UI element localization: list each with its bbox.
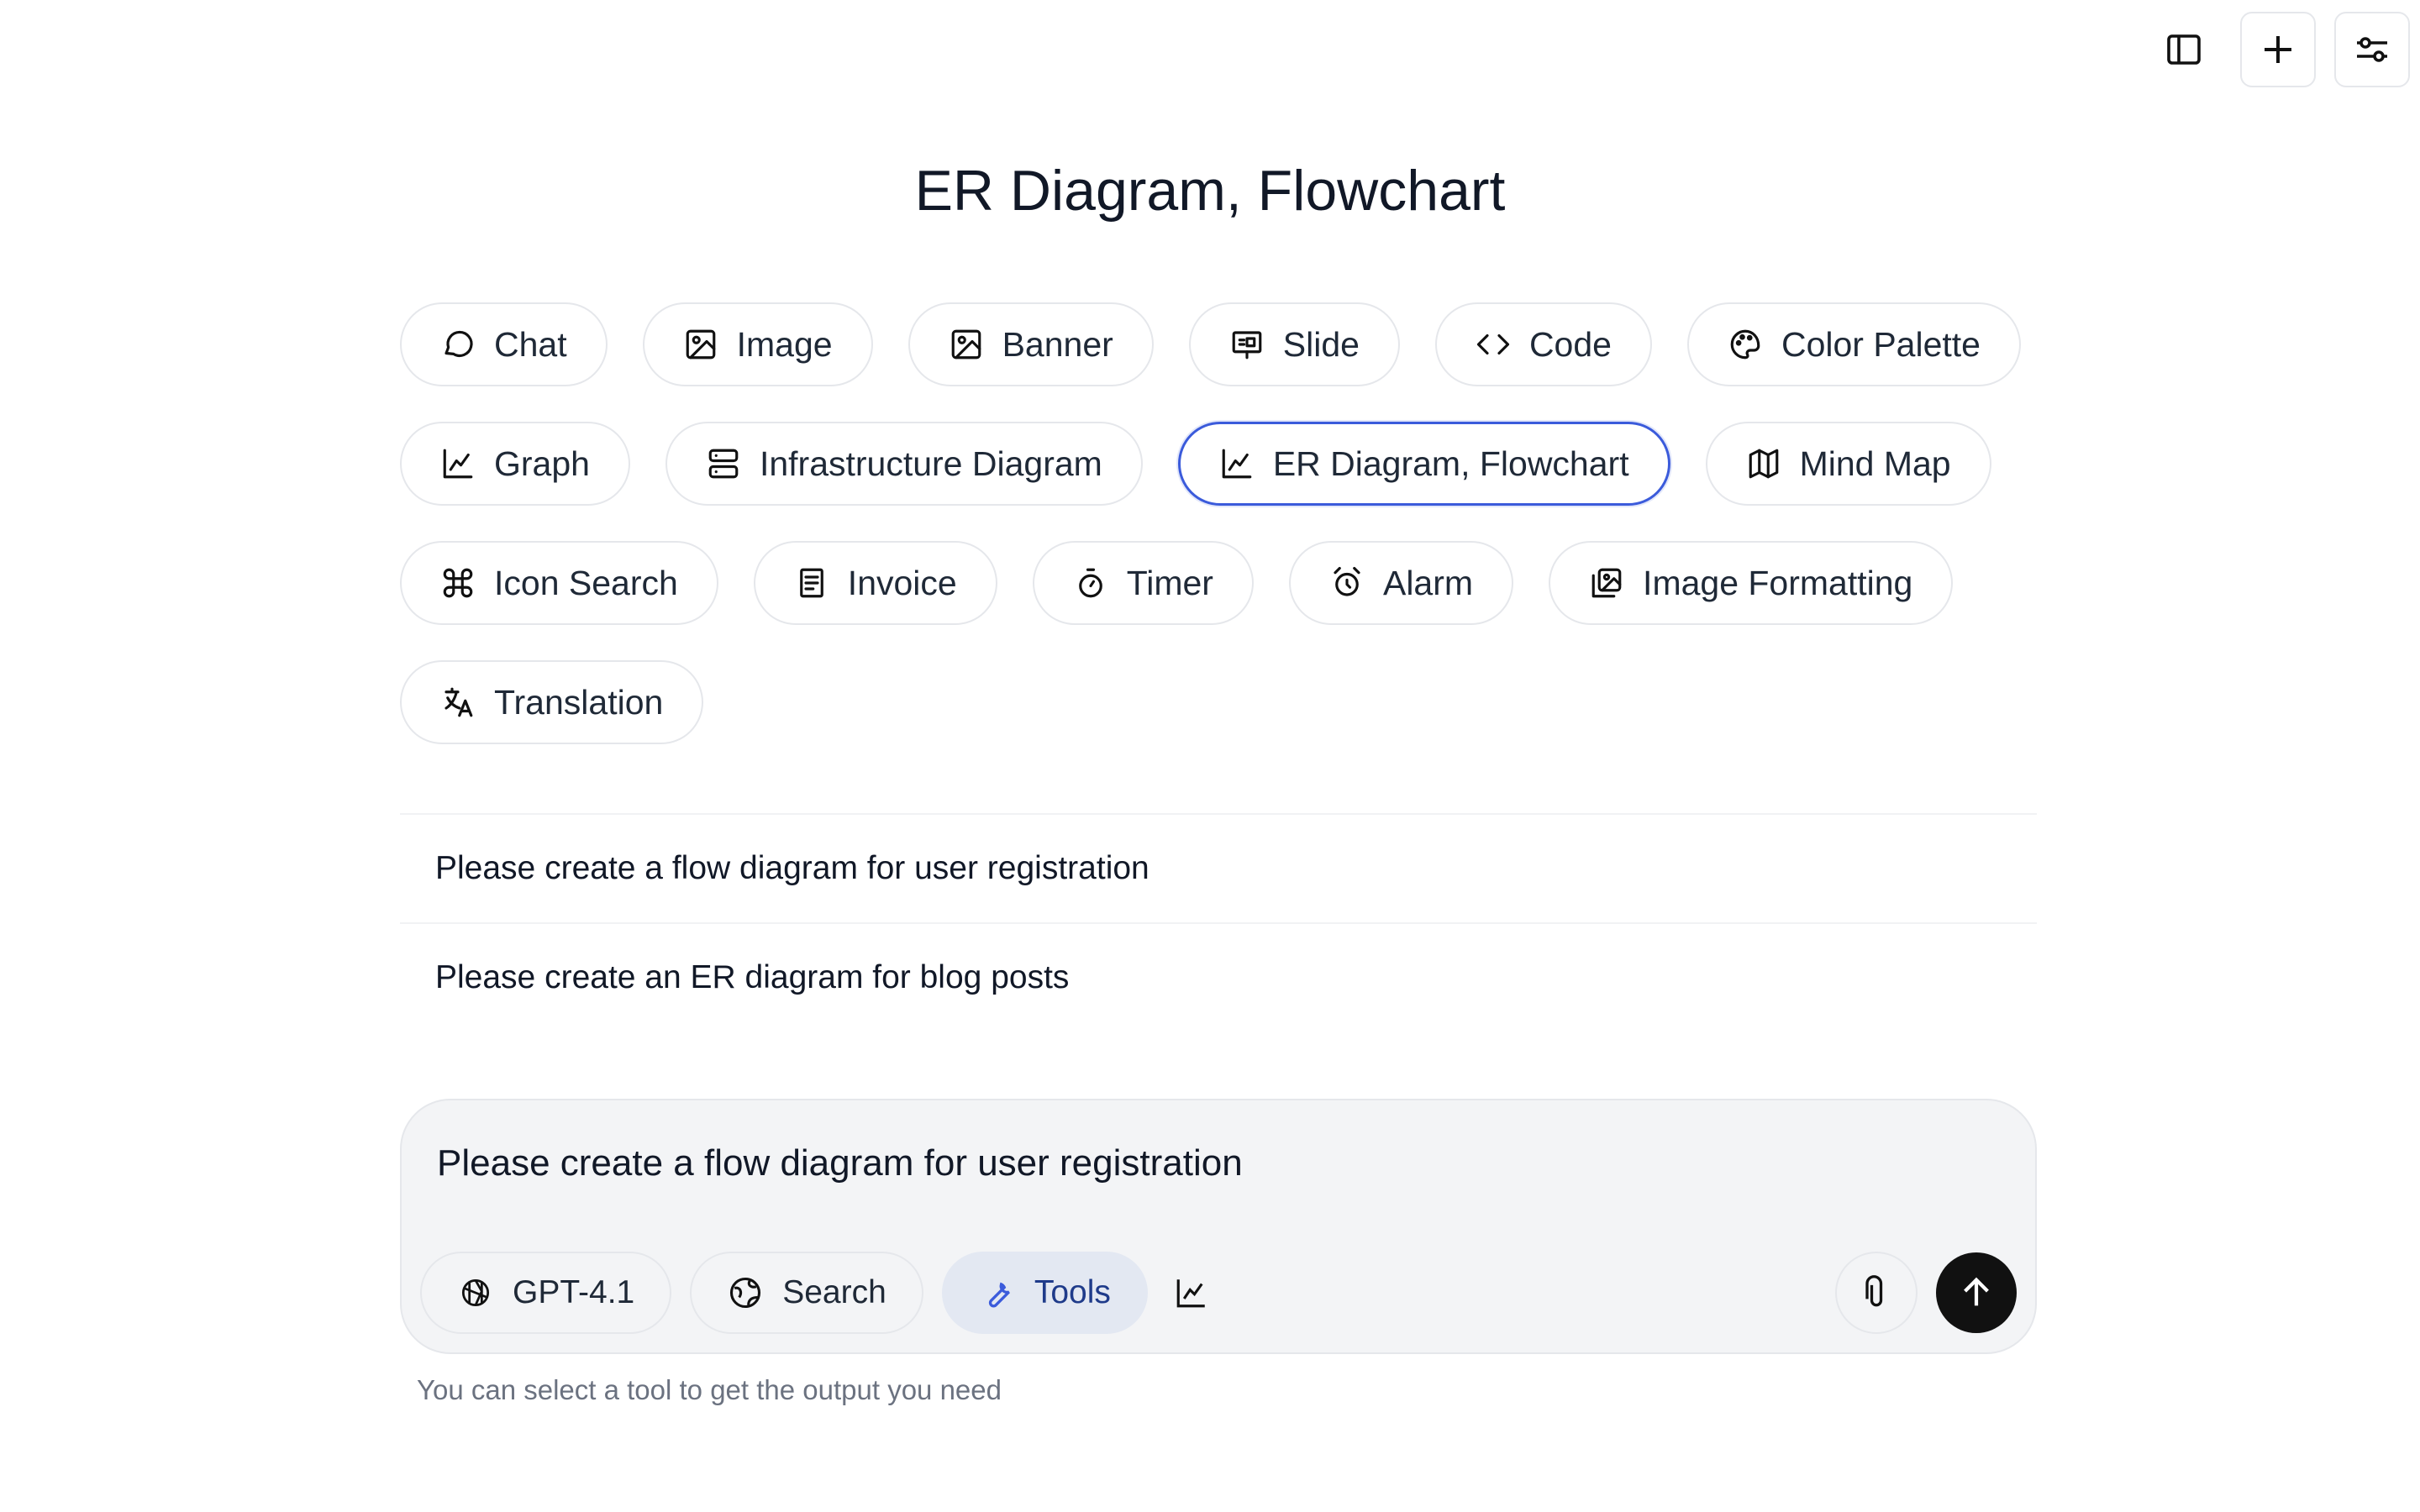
line-chart-icon bbox=[443, 449, 473, 479]
tool-chip-graph[interactable]: Graph bbox=[400, 422, 630, 506]
tool-chip-label: Image Formatting bbox=[1643, 563, 1913, 602]
tool-chip-label: Translation bbox=[494, 682, 664, 722]
tool-chip-er-diagram-flowchart[interactable]: ER Diagram, Flowchart bbox=[1177, 422, 1670, 506]
translate-icon bbox=[445, 687, 473, 717]
tool-chip-label: Icon Search bbox=[494, 563, 678, 602]
map-icon bbox=[1749, 449, 1778, 479]
tool-chip-label: Infrastructure Diagram bbox=[759, 444, 1102, 483]
suggestion-item[interactable]: Please create an ER diagram for blog pos… bbox=[400, 922, 2037, 1032]
line-chart-icon bbox=[1222, 449, 1252, 479]
message-input[interactable]: Please create a flow diagram for user re… bbox=[437, 1142, 1243, 1184]
send-button[interactable] bbox=[1936, 1252, 2017, 1333]
tools-button[interactable]: Tools bbox=[941, 1252, 1148, 1334]
tools-label: Tools bbox=[1034, 1274, 1111, 1310]
tool-chip-image[interactable]: Image bbox=[642, 302, 873, 386]
tool-chip-code[interactable]: Code bbox=[1434, 302, 1652, 386]
suggestion-list: Please create a flow diagram for user re… bbox=[400, 813, 2037, 1032]
tool-chip-alarm[interactable]: Alarm bbox=[1288, 541, 1514, 625]
images-icon bbox=[1591, 568, 1622, 598]
chat-bubble-icon bbox=[445, 330, 473, 357]
banner-icon bbox=[951, 329, 981, 360]
app-root: ER Diagram, Flowchart Chat Image Banner Sli… bbox=[0, 0, 2420, 1512]
tool-chip-translation[interactable]: Translation bbox=[400, 660, 704, 744]
composer-toolbar: GPT-4.1 Search Tools bbox=[420, 1252, 2017, 1334]
tool-chip-label: Code bbox=[1528, 324, 1612, 364]
sidebar-toggle-button[interactable] bbox=[2146, 12, 2222, 87]
image-icon bbox=[686, 329, 715, 360]
tool-chip-timer[interactable]: Timer bbox=[1032, 541, 1254, 625]
tool-chip-infrastructure-diagram[interactable]: Infrastructure Diagram bbox=[665, 422, 1143, 506]
sliders-icon bbox=[2357, 37, 2387, 62]
tool-chip-label: Alarm bbox=[1382, 563, 1474, 602]
tool-chip-label: Image bbox=[736, 324, 833, 364]
alarm-clock-icon bbox=[1334, 566, 1360, 596]
palette-icon bbox=[1730, 329, 1760, 360]
tool-chip-banner[interactable]: Banner bbox=[908, 302, 1154, 386]
paperclip-icon bbox=[1865, 1275, 1883, 1307]
search-label: Search bbox=[782, 1274, 886, 1310]
tool-chip-invoice[interactable]: Invoice bbox=[753, 541, 997, 625]
globe-icon bbox=[730, 1277, 761, 1309]
tool-chip-chat[interactable]: Chat bbox=[400, 302, 608, 386]
attach-button[interactable] bbox=[1835, 1252, 1918, 1334]
presentation-icon bbox=[1232, 331, 1262, 360]
tool-chip-list: Chat Image Banner Slide Code Color Palette Gra… bbox=[400, 302, 2047, 744]
search-button[interactable]: Search bbox=[690, 1252, 923, 1334]
tool-chip-label: Invoice bbox=[847, 563, 957, 602]
suggestion-item[interactable]: Please create a flow diagram for user re… bbox=[400, 813, 2037, 922]
openai-logo-icon bbox=[461, 1278, 490, 1307]
arrow-up-icon bbox=[1964, 1277, 1989, 1306]
settings-button[interactable] bbox=[2334, 12, 2410, 87]
tool-chip-label: Chat bbox=[494, 324, 567, 364]
suggestion-text: Please create a flow diagram for user re… bbox=[435, 850, 1150, 886]
tool-chip-label: Mind Map bbox=[1799, 444, 1951, 483]
hint-text: You can select a tool to get the output … bbox=[417, 1374, 1002, 1405]
page-title: ER Diagram, Flowchart bbox=[914, 159, 1506, 223]
tool-chip-label: ER Diagram, Flowchart bbox=[1272, 444, 1629, 483]
new-chat-button[interactable] bbox=[2240, 12, 2316, 87]
document-icon bbox=[799, 568, 823, 598]
plus-icon bbox=[2265, 36, 2291, 63]
tool-chip-label: Color Palette bbox=[1781, 324, 1981, 364]
sidebar-toggle-icon bbox=[2167, 34, 2201, 65]
tool-chip-mind-map[interactable]: Mind Map bbox=[1705, 422, 1991, 506]
tool-chip-label: Slide bbox=[1282, 324, 1360, 364]
tool-chip-label: Graph bbox=[494, 444, 590, 483]
command-icon bbox=[443, 568, 473, 598]
tool-chip-color-palette[interactable]: Color Palette bbox=[1686, 302, 2021, 386]
tool-chip-slide[interactable]: Slide bbox=[1188, 302, 1400, 386]
tool-chip-image-formatting[interactable]: Image Formatting bbox=[1549, 541, 1954, 625]
model-selector-button[interactable]: GPT-4.1 bbox=[420, 1252, 672, 1334]
tool-chip-label: Timer bbox=[1126, 563, 1213, 602]
wrench-icon bbox=[988, 1282, 1010, 1308]
suggestion-text: Please create an ER diagram for blog pos… bbox=[435, 959, 1070, 995]
model-label: GPT-4.1 bbox=[513, 1274, 635, 1310]
line-chart-icon bbox=[1176, 1279, 1205, 1308]
stopwatch-icon bbox=[1078, 568, 1102, 598]
composer: Please create a flow diagram for user re… bbox=[400, 1099, 2037, 1354]
tool-chip-label: Banner bbox=[1002, 324, 1113, 364]
selected-tool-indicator[interactable] bbox=[1166, 1252, 1217, 1334]
top-toolbar bbox=[2146, 12, 2410, 87]
code-icon bbox=[1476, 333, 1510, 355]
tool-chip-icon-search[interactable]: Icon Search bbox=[400, 541, 718, 625]
server-icon bbox=[708, 449, 739, 479]
